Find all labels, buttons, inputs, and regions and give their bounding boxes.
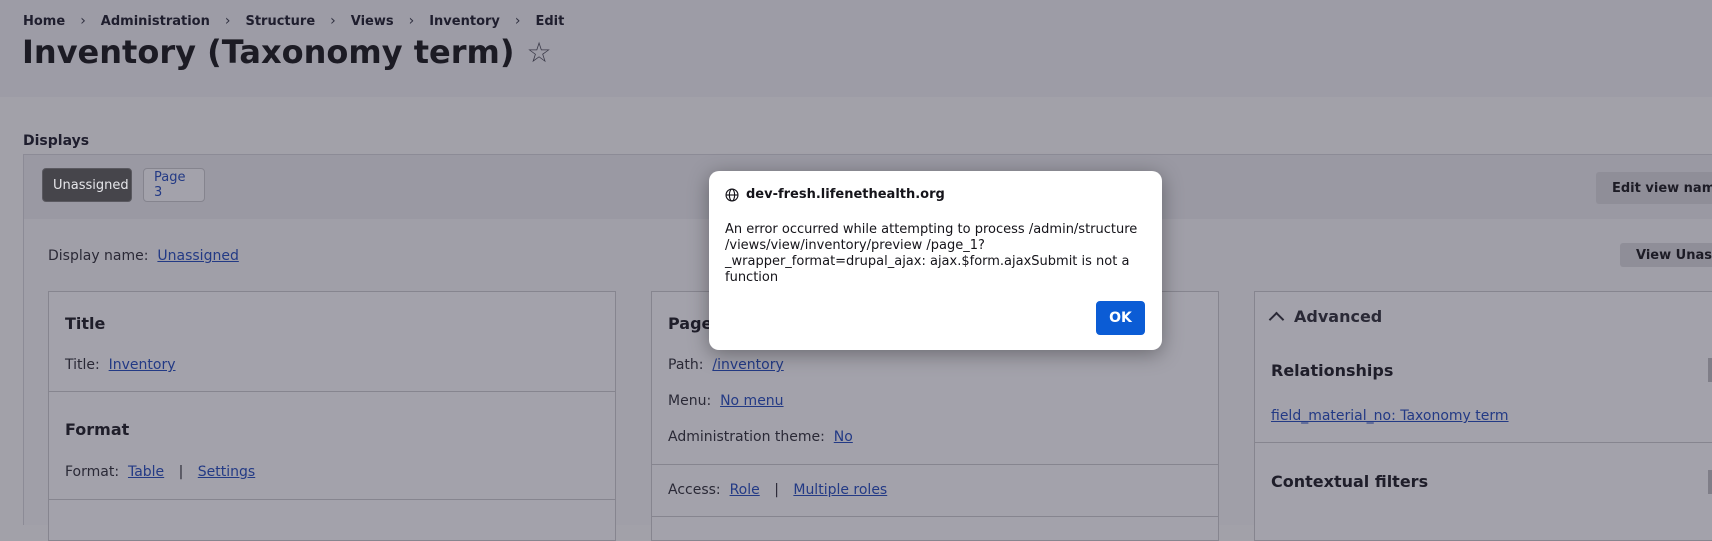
title-link[interactable]: Inventory bbox=[109, 357, 176, 373]
admin-theme-link[interactable]: No bbox=[834, 429, 853, 445]
title-label: Title: bbox=[65, 357, 100, 373]
breadcrumb-chevron-icon: › bbox=[408, 13, 415, 29]
breadcrumb-administration[interactable]: Administration bbox=[101, 14, 210, 29]
divider bbox=[1255, 442, 1712, 443]
menu-link[interactable]: No menu bbox=[720, 393, 784, 409]
relationships-heading: Relationships bbox=[1271, 361, 1394, 380]
breadcrumb-inventory[interactable]: Inventory bbox=[429, 14, 500, 29]
format-label: Format: bbox=[65, 464, 120, 480]
path-link[interactable]: /inventory bbox=[712, 357, 783, 373]
display-name-link[interactable]: Unassigned bbox=[157, 248, 238, 264]
dropbutton-handle[interactable] bbox=[1708, 470, 1712, 494]
admin-theme-label: Administration theme: bbox=[668, 429, 825, 445]
dropbutton-handle[interactable] bbox=[1708, 358, 1712, 382]
divider bbox=[49, 499, 615, 500]
ok-button[interactable]: OK bbox=[1096, 301, 1145, 335]
column-title-format: Title Title: Inventory Format Format: Ta… bbox=[48, 291, 616, 541]
displays-heading: Displays bbox=[23, 133, 90, 149]
breadcrumb-edit[interactable]: Edit bbox=[536, 14, 565, 29]
breadcrumb-home[interactable]: Home bbox=[23, 14, 65, 29]
admin-theme-row: Administration theme: No bbox=[668, 429, 853, 445]
chevron-up-icon bbox=[1268, 311, 1285, 328]
edit-view-name-button[interactable]: Edit view name/d bbox=[1596, 172, 1712, 204]
breadcrumb-chevron-icon: › bbox=[224, 13, 231, 29]
separator: | bbox=[178, 464, 184, 480]
menu-row: Menu: No menu bbox=[668, 393, 784, 409]
breadcrumb-views[interactable]: Views bbox=[351, 14, 394, 29]
format-settings-link[interactable]: Settings bbox=[198, 464, 255, 480]
menu-label: Menu: bbox=[668, 393, 712, 409]
breadcrumb-chevron-icon: › bbox=[330, 13, 336, 29]
relationship-link[interactable]: field_material_no: Taxonomy term bbox=[1271, 408, 1509, 424]
dialog-origin: dev-fresh.lifenethealth.org bbox=[725, 187, 945, 202]
display-name-label: Display name: bbox=[48, 248, 149, 264]
divider bbox=[49, 391, 615, 392]
display-name-row: Display name: Unassigned bbox=[48, 248, 239, 264]
dialog-origin-text: dev-fresh.lifenethealth.org bbox=[746, 187, 945, 202]
access-row: Access: Role | Multiple roles bbox=[668, 482, 887, 498]
column-advanced: Advanced Relationships field_material_no… bbox=[1254, 291, 1712, 541]
divider bbox=[652, 516, 1218, 517]
page-title: Inventory (Taxonomy term) ☆ bbox=[22, 33, 552, 71]
dialog-message: An error occurred while attempting to pr… bbox=[725, 222, 1138, 285]
breadcrumb-chevron-icon: › bbox=[514, 13, 521, 29]
title-row: Title: Inventory bbox=[65, 357, 176, 373]
separator: | bbox=[774, 482, 779, 498]
divider bbox=[652, 464, 1218, 465]
relationship-row: field_material_no: Taxonomy term bbox=[1271, 408, 1509, 424]
format-table-link[interactable]: Table bbox=[128, 464, 164, 480]
title-section-heading: Title bbox=[65, 314, 106, 333]
tab-unassigned[interactable]: Unassigned bbox=[42, 168, 132, 202]
path-row: Path: /inventory bbox=[668, 357, 784, 373]
page-title-text: Inventory (Taxonomy term) bbox=[22, 33, 515, 71]
breadcrumb-chevron-icon: › bbox=[80, 13, 86, 29]
access-role-link[interactable]: Role bbox=[730, 482, 760, 498]
alert-dialog: dev-fresh.lifenethealth.org An error occ… bbox=[709, 171, 1162, 350]
contextual-filters-heading: Contextual filters bbox=[1271, 472, 1429, 491]
tab-page-3[interactable]: Page 3 bbox=[143, 168, 205, 202]
advanced-toggle[interactable]: Advanced bbox=[1268, 307, 1383, 328]
page-section-heading: Page bbox=[668, 314, 713, 333]
format-row: Format: Table | Settings bbox=[65, 464, 255, 480]
access-roles-link[interactable]: Multiple roles bbox=[793, 482, 887, 498]
breadcrumb: Home › Administration › Structure › View… bbox=[23, 13, 564, 29]
page-header: Home › Administration › Structure › View… bbox=[0, 0, 1712, 97]
star-icon[interactable]: ☆ bbox=[527, 36, 552, 69]
advanced-label: Advanced bbox=[1294, 307, 1383, 326]
breadcrumb-structure[interactable]: Structure bbox=[245, 14, 315, 29]
globe-icon bbox=[725, 187, 739, 202]
format-section-heading: Format bbox=[65, 420, 130, 439]
access-label: Access: bbox=[668, 482, 721, 498]
path-label: Path: bbox=[668, 357, 704, 373]
view-unassigned-button[interactable]: View Unassig bbox=[1620, 243, 1712, 267]
